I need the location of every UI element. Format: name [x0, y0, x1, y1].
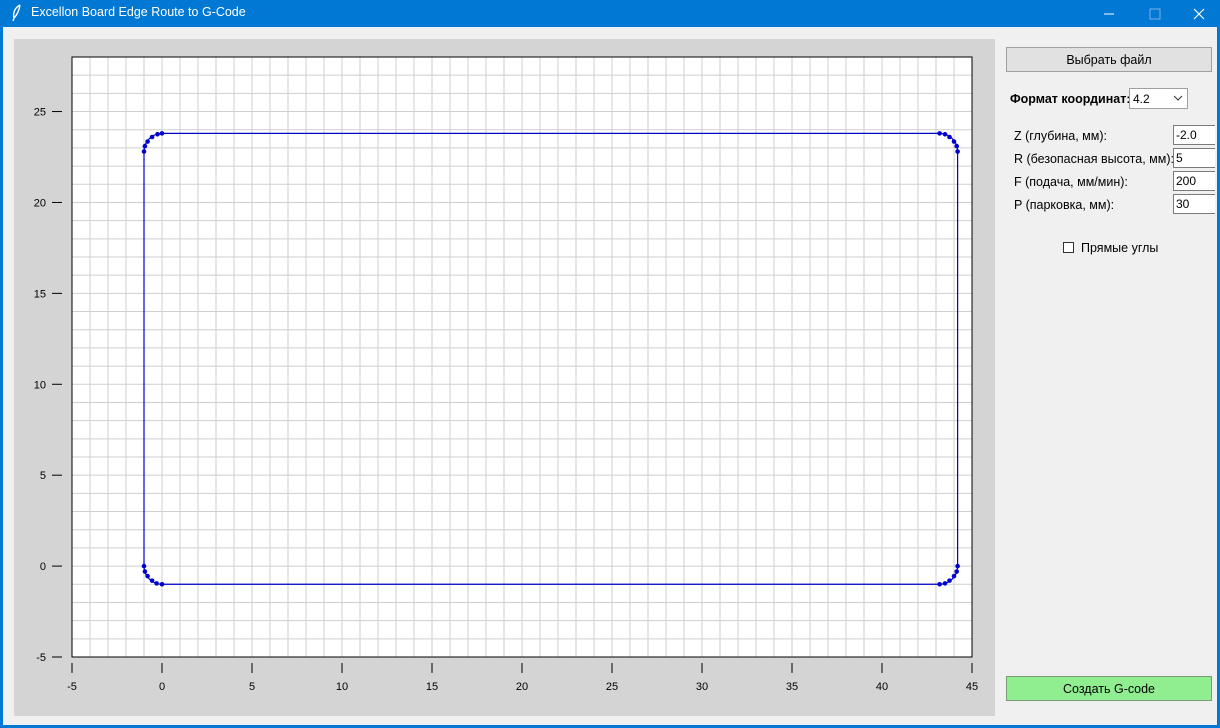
arc-point — [145, 139, 150, 144]
arc-point — [159, 131, 165, 136]
title-bar: Excellon Board Edge Route to G-Code — [0, 0, 1220, 27]
coord-format-select[interactable]: 4.2 — [1129, 88, 1188, 109]
x-tick-label: 30 — [696, 681, 708, 693]
arc-point — [155, 131, 160, 137]
depth-label: Z (глубина, мм): — [1014, 129, 1108, 143]
minimize-icon — [1104, 13, 1114, 14]
coord-format-value: 4.2 — [1133, 92, 1150, 106]
arc-point — [141, 563, 147, 569]
x-tick-label: 25 — [606, 681, 618, 693]
arc-point — [947, 578, 952, 583]
x-tick-label: 45 — [966, 681, 978, 693]
create-gcode-button[interactable]: Создать G-code — [1006, 676, 1212, 701]
chevron-down-icon — [1173, 95, 1183, 101]
feather-icon — [12, 4, 21, 22]
route-plot: -5 0 5 10 15 20 25 30 35 40 45 -5 0 5 10 15 20 25 — [34, 56, 978, 693]
arc-point — [942, 131, 948, 137]
maximize-icon — [1149, 8, 1161, 19]
safe-height-label: R (безопасная высота, мм): — [1014, 152, 1174, 166]
choose-file-button[interactable]: Выбрать файл — [1006, 47, 1212, 72]
arc-point — [149, 134, 155, 140]
arc-point — [149, 578, 155, 583]
square-corners-checkbox[interactable] — [1063, 242, 1074, 253]
parking-input[interactable]: 30 — [1173, 194, 1215, 214]
close-button[interactable] — [1176, 0, 1220, 27]
arc-point — [951, 139, 957, 144]
safe-height-input[interactable]: 5 — [1173, 148, 1215, 168]
y-tick-label: 10 — [34, 379, 46, 391]
arc-point — [937, 131, 942, 136]
arc-point — [954, 569, 959, 574]
x-tick-label: 10 — [336, 681, 348, 693]
y-tick-label: -5 — [36, 652, 46, 664]
arc-point — [955, 563, 960, 569]
x-tick-label: 20 — [516, 681, 528, 693]
x-tick-label: 15 — [426, 681, 438, 693]
close-icon — [1193, 8, 1205, 19]
arc-point — [942, 581, 948, 586]
coord-format-label: Формат координат: — [1010, 92, 1131, 106]
minimize-button[interactable] — [1086, 0, 1132, 27]
y-tick-label: 15 — [34, 288, 46, 300]
x-tick-label: 40 — [876, 681, 888, 693]
arc-point — [955, 149, 960, 154]
y-tick-label: 5 — [40, 470, 46, 482]
y-tick-label: 20 — [34, 197, 46, 209]
arc-point — [159, 581, 165, 587]
x-tick-label: -5 — [67, 681, 77, 693]
arc-point — [154, 581, 159, 586]
depth-input[interactable]: -2.0 — [1173, 125, 1215, 145]
settings-panel: Выбрать файл Формат координат: 4.2 Z (гл… — [1006, 27, 1217, 725]
feed-label: F (подача, мм/мин): — [1014, 175, 1128, 189]
arc-point — [145, 573, 150, 579]
x-tick-label: 0 — [159, 681, 165, 693]
arc-point — [937, 581, 942, 587]
x-tick-label: 35 — [786, 681, 798, 693]
parking-label: P (парковка, мм): — [1014, 198, 1115, 212]
arc-point — [142, 143, 148, 149]
plot-canvas[interactable]: -5 0 5 10 15 20 25 30 35 40 45 -5 0 5 10 15 20 25 — [14, 39, 995, 716]
arc-point — [141, 149, 147, 154]
arc-point — [954, 143, 959, 149]
y-tick-label: 25 — [34, 107, 46, 119]
square-corners-label[interactable]: Прямые углы — [1081, 241, 1158, 255]
arc-point — [947, 134, 952, 140]
main-window: -5 0 5 10 15 20 25 30 35 40 45 -5 0 5 10 15 20 25 Выбрать… — [3, 27, 1217, 725]
y-tick-label: 0 — [40, 561, 46, 573]
window-title: Excellon Board Edge Route to G-Code — [31, 5, 246, 19]
arc-point — [951, 573, 957, 579]
x-tick-label: 5 — [249, 681, 255, 693]
arc-point — [142, 569, 148, 574]
maximize-button[interactable] — [1132, 0, 1178, 27]
feed-input[interactable]: 200 — [1173, 171, 1215, 191]
